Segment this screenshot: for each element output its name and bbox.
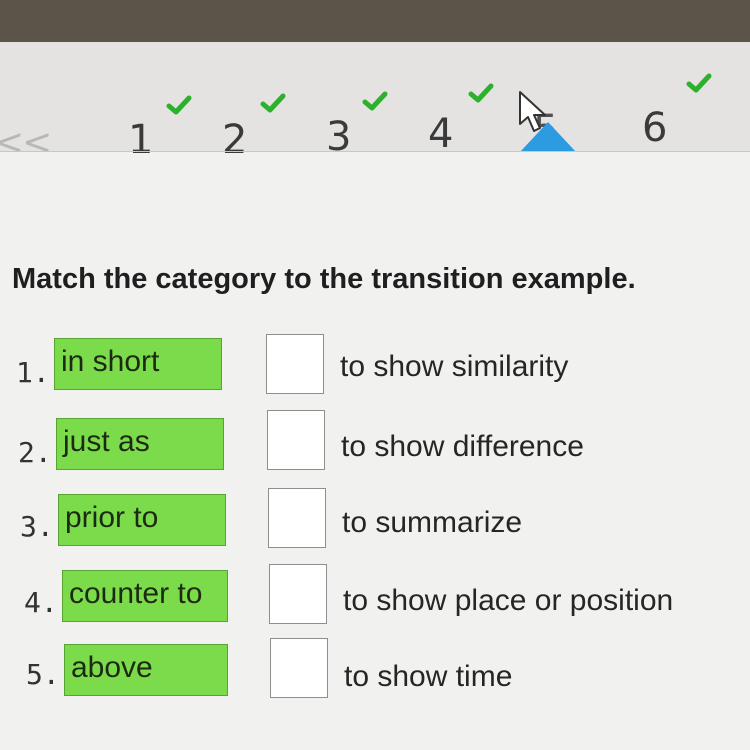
category-label: to show similarity (340, 350, 569, 383)
check-icon (362, 91, 388, 111)
question-1-tab[interactable]: 1 (128, 120, 153, 160)
draggable-term[interactable]: just as (56, 418, 224, 470)
drop-target-box[interactable] (268, 488, 326, 548)
match-row: 3. prior to to summarize (0, 488, 750, 562)
drop-target-box[interactable] (266, 334, 324, 394)
question-nav-bar: << 1 2 3 4 5 6 (0, 42, 750, 163)
row-number: 3. (20, 510, 54, 543)
previous-questions-button[interactable]: << (0, 122, 52, 163)
match-row: 5. above to show time (0, 638, 750, 716)
match-row: 1. in short to show similarity (0, 334, 750, 406)
draggable-term[interactable]: above (64, 644, 228, 696)
drop-target-box[interactable] (269, 564, 327, 624)
question-4-tab[interactable]: 4 (428, 114, 453, 154)
check-icon (686, 73, 712, 93)
row-number: 4. (24, 586, 58, 619)
check-icon (166, 95, 192, 115)
drop-target-box[interactable] (270, 638, 328, 698)
question-prompt: Match the category to the transition exa… (12, 263, 636, 295)
category-label: to show place or position (343, 584, 674, 617)
category-label: to show time (344, 660, 513, 693)
mouse-cursor-icon (519, 91, 546, 132)
drop-target-box[interactable] (267, 410, 325, 470)
check-icon (260, 93, 286, 113)
category-label: to summarize (342, 506, 523, 539)
nav-divider (0, 151, 750, 152)
match-row: 2. just as to show difference (0, 410, 750, 484)
question-6-tab[interactable]: 6 (642, 108, 667, 148)
category-label: to show difference (341, 430, 584, 463)
check-icon (468, 83, 494, 103)
draggable-term[interactable]: counter to (62, 570, 228, 622)
match-row: 4. counter to to show place or position (0, 564, 750, 640)
row-number: 1. (16, 356, 50, 389)
question-2-tab[interactable]: 2 (222, 120, 247, 160)
row-number: 5. (26, 658, 60, 691)
draggable-term[interactable]: in short (54, 338, 222, 390)
draggable-term[interactable]: prior to (58, 494, 226, 546)
row-number: 2. (18, 436, 52, 469)
top-edge (0, 0, 750, 42)
